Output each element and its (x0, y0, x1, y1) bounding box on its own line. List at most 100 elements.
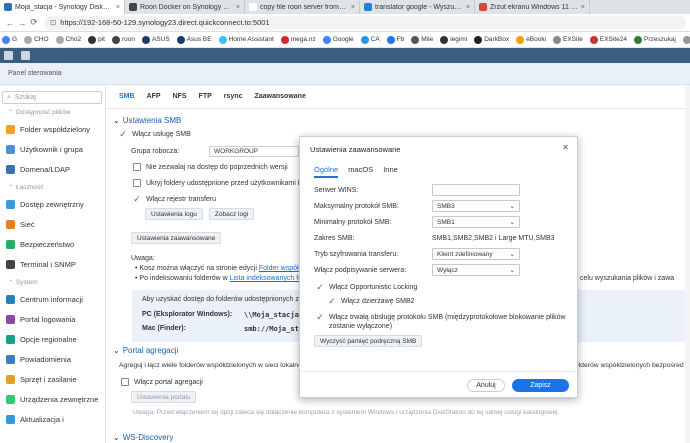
page-scrollbar[interactable] (685, 85, 690, 443)
sidebar-item[interactable]: Opcje regionalne (0, 329, 105, 349)
sidebar-item[interactable]: Powiadomienia (0, 349, 105, 369)
bookmark-item[interactable]: G (2, 35, 17, 44)
oplock-checkbox[interactable]: ✓ (316, 283, 324, 292)
encryption-select[interactable]: Klient zdefiniowany ⌄ (432, 248, 520, 260)
bookmark-item[interactable]: Fb (386, 35, 404, 44)
transfer-log-checkbox[interactable]: ✓ (133, 195, 141, 204)
bookmark-item[interactable]: Cho2 (55, 35, 81, 44)
close-tab-icon[interactable]: × (236, 4, 240, 11)
bookmark-item[interactable]: eBooki (516, 35, 546, 44)
max-protocol-select[interactable]: SMB3 ⌄ (432, 200, 520, 212)
close-tab-icon[interactable]: × (466, 4, 470, 11)
control-panel-icon[interactable] (21, 51, 30, 60)
sidebar-item[interactable]: Sprzęt i zasilanie (0, 369, 105, 389)
bookmark-item[interactable]: Asus BE (176, 35, 212, 44)
dialog-title: Ustawienia zaawansowane (310, 145, 401, 154)
smb2-lease-label: Włącz dzierżawę SMB2 (341, 297, 415, 305)
bookmark-item[interactable]: ASUS (141, 35, 170, 44)
section-file-sharing[interactable]: Dostępność plików (0, 104, 105, 119)
bookmark-item[interactable]: Home Assistant (218, 35, 274, 44)
chevron-down-icon: ⌄ (509, 203, 515, 210)
no-previous-versions-checkbox[interactable] (133, 163, 141, 171)
section-system[interactable]: System (0, 274, 105, 289)
bookmark-item[interactable]: CHO (24, 35, 49, 44)
bookmark-item[interactable]: DarkBox (474, 35, 509, 44)
sidebar-item[interactable]: Dostęp zewnętrzny (0, 194, 105, 214)
main-menu-icon[interactable] (4, 51, 13, 60)
reload-icon[interactable]: ⟳ (28, 17, 40, 28)
sidebar-item-label: Urządzenia zewnętrzne (20, 394, 99, 404)
sidebar-item[interactable]: Folder współdzielony (0, 119, 105, 139)
bookmark-item[interactable]: mega.nz (280, 35, 316, 44)
portal-description-tail: folderów współdzielonych bezpośred (573, 362, 684, 369)
bookmark-label: ASUS (151, 36, 170, 43)
bookmark-item[interactable]: Google (322, 35, 354, 44)
address-bar[interactable]: ⊡ https://192-168-50-129.synology23.dire… (44, 15, 686, 30)
show-logs-button[interactable]: Zobacz logi (208, 208, 255, 220)
enable-portal-checkbox[interactable] (121, 378, 129, 386)
back-icon[interactable]: ← (4, 18, 16, 28)
close-tab-icon[interactable]: × (351, 4, 355, 11)
close-tab-icon[interactable]: × (116, 4, 120, 11)
smb-settings-header[interactable]: Ustawienia SMB (107, 111, 690, 129)
dialog-footer: Anuluj Zapisz (300, 371, 577, 397)
bookmark-item[interactable]: EXSite24 (589, 35, 627, 44)
search-input[interactable]: ⌕ Szukaj (2, 91, 102, 104)
tab-rsync[interactable]: rsync (224, 93, 243, 100)
tab-other[interactable]: Inne (383, 165, 398, 178)
aggregation-portal-header[interactable]: Portal agregacji (107, 341, 179, 359)
sidebar-item[interactable]: Urządzenia zewnętrzne (0, 389, 105, 409)
sidebar-item[interactable]: Użytkownik i grupa (0, 139, 105, 159)
browser-tab[interactable]: Roon Docker on Synology NAS no× (125, 0, 245, 14)
bookmark-item[interactable]: roon (111, 35, 135, 44)
enable-smb-checkbox[interactable]: ✓ (119, 130, 127, 139)
sidebar-item[interactable]: Terminal i SNMP (0, 254, 105, 274)
bookmark-item[interactable]: EXSite (553, 35, 583, 44)
smb2-lease-checkbox[interactable]: ✓ (328, 297, 336, 306)
sidebar-item[interactable]: Aktualizacja i (0, 409, 105, 429)
portal-description: Agreguj i łącz wiele folderów współdziel… (119, 362, 302, 369)
close-icon[interactable]: ✕ (562, 143, 569, 152)
sidebar-item[interactable]: Domena/LDAP (0, 159, 105, 179)
tab-afp[interactable]: AFP (147, 93, 161, 100)
browser-tab[interactable]: translator google - Wyszukaj × (360, 0, 475, 14)
min-protocol-select[interactable]: SMB1 ⌄ (432, 216, 520, 228)
sidebar-item[interactable]: Sieć (0, 214, 105, 234)
save-button[interactable]: Zapisz (512, 379, 569, 392)
sidebar-item-icon (6, 124, 15, 134)
browser-tab[interactable]: Zrzut ekranu Windows 11 - skróty× (475, 0, 590, 14)
sidebar-item[interactable]: Centrum informacji (0, 289, 105, 309)
tab-general[interactable]: Ogólne (314, 165, 339, 178)
section-connectivity[interactable]: Łączność (0, 179, 105, 194)
workgroup-input[interactable]: WORKGROUP (209, 146, 299, 157)
advanced-settings-dialog: Ustawienia zaawansowane ✕ Ogólne macOS I… (299, 136, 578, 398)
browser-tab[interactable]: copy file roon server from synolog× (245, 0, 360, 14)
tab-zaawansowane[interactable]: Zaawansowane (254, 93, 305, 100)
bookmark-item[interactable]: pijafk (682, 35, 690, 44)
tab-smb[interactable]: SMB (119, 93, 135, 100)
close-tab-icon[interactable]: × (581, 4, 585, 11)
browser-tab[interactable]: Moja_stacja - Synology DiskStation× (0, 0, 125, 14)
ws-discovery-header[interactable]: WS-Discovery (107, 428, 174, 443)
tab-ftp[interactable]: FTP (199, 93, 212, 100)
sidebar-item[interactable]: Portal logowania (0, 309, 105, 329)
tab-nfs[interactable]: NFS (173, 93, 187, 100)
advanced-settings-button[interactable]: Ustawienia zaawansowane (131, 232, 222, 244)
bookmark-item[interactable]: legimi (440, 35, 467, 44)
bookmark-item[interactable]: Mile (411, 35, 433, 44)
bookmark-item[interactable]: pit (88, 35, 105, 44)
bookmark-favicon-icon (553, 35, 562, 44)
hide-shared-folders-checkbox[interactable] (133, 179, 141, 187)
clear-cache-button[interactable]: Wyczyść pamięć podręczną SMB (314, 335, 423, 347)
log-settings-button[interactable]: Ustawienia logu (145, 208, 203, 220)
wins-input[interactable] (432, 184, 520, 196)
cancel-button[interactable]: Anuluj (467, 379, 505, 392)
portal-settings-button[interactable]: Ustawienia portalu (131, 391, 197, 403)
tab-macos[interactable]: macOS (348, 165, 373, 178)
bookmark-item[interactable]: Przeszukaj (634, 35, 676, 44)
bookmark-item[interactable]: CA (360, 35, 380, 44)
sidebar-item[interactable]: Bezpieczeństwo (0, 234, 105, 254)
forward-icon[interactable]: → (16, 18, 28, 28)
signing-select[interactable]: Wyłącz ⌄ (432, 264, 520, 276)
durable-handles-checkbox[interactable]: ✓ (316, 313, 324, 322)
